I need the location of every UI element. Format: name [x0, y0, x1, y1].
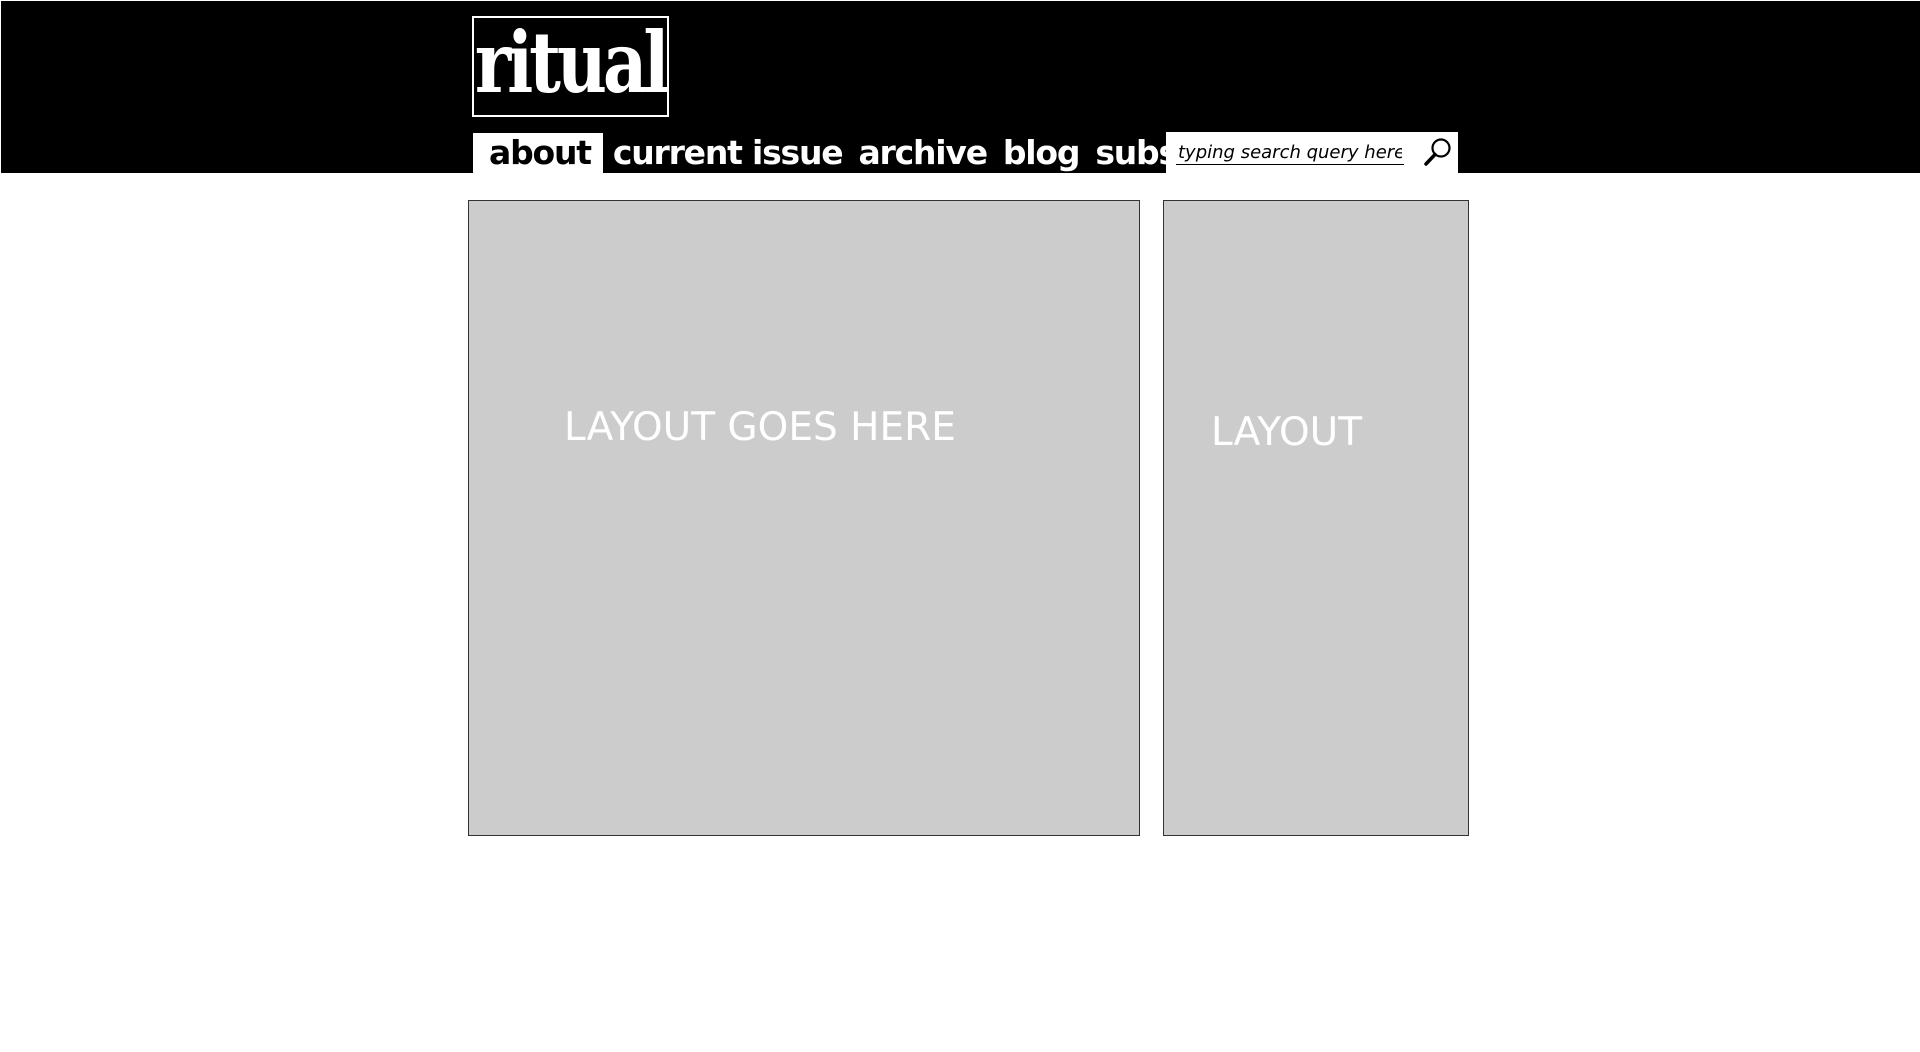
page: ritual about current issue archive blog … [0, 0, 1920, 1052]
site-logo[interactable]: ritual [472, 12, 670, 117]
nav-item-archive[interactable]: archive [850, 133, 994, 173]
search-box [1166, 132, 1458, 173]
nav-item-blog[interactable]: blog [995, 133, 1087, 173]
main-nav: about current issue archive blog subscri… [473, 133, 1272, 173]
search-icon[interactable] [1422, 136, 1454, 168]
sidebar-layout-placeholder: LAYOUT [1163, 200, 1469, 836]
search-input[interactable] [1176, 140, 1404, 165]
nav-item-current-issue[interactable]: current issue [605, 133, 851, 173]
logo-text: ritual [475, 12, 670, 112]
main-layout-label: LAYOUT GOES HERE [564, 405, 956, 450]
sidebar-layout-label: LAYOUT [1211, 410, 1363, 455]
nav-item-about[interactable]: about [473, 133, 603, 173]
main-layout-placeholder: LAYOUT GOES HERE [468, 200, 1140, 836]
